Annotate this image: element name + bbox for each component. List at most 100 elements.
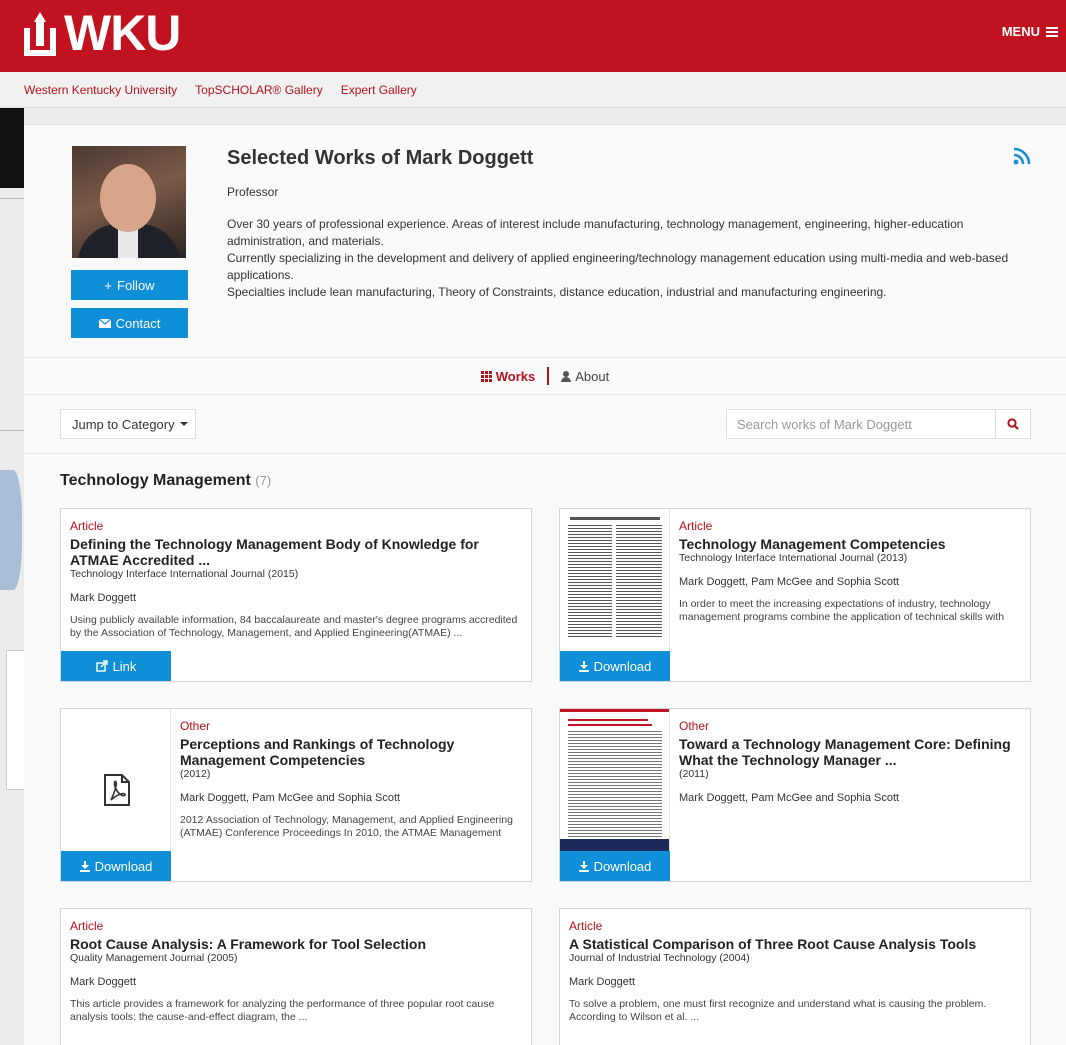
page-title: Selected Works of Mark Doggett <box>227 147 534 169</box>
download-label: Download <box>593 858 652 874</box>
download-icon <box>578 860 589 872</box>
work-authors: Mark Doggett <box>569 976 636 988</box>
work-abstract: To solve a problem, one must first recog… <box>569 998 987 1023</box>
caret-down-icon <box>179 422 188 426</box>
jump-to-category-dropdown[interactable]: Jump to Category <box>60 409 196 439</box>
tab-works-label: Works <box>495 368 536 384</box>
work-card: Article A Statistical Comparison of Thre… <box>559 908 1031 1045</box>
search-input[interactable] <box>726 409 996 439</box>
profile-bio: Over 30 years of professional experience… <box>227 216 1027 301</box>
work-type: Article <box>679 519 713 533</box>
work-authors: Mark Doggett <box>70 592 137 604</box>
work-source: (2011) <box>679 768 709 780</box>
search-icon <box>1007 418 1019 430</box>
work-abstract: Using publicly available information, 84… <box>70 614 518 639</box>
bio-line: Currently specializing in the developmen… <box>227 251 1009 282</box>
download-button[interactable]: Download <box>560 651 670 681</box>
profile-role: Professor <box>227 185 279 199</box>
work-type: Article <box>70 519 104 533</box>
tab-about-label: About <box>575 368 610 384</box>
work-title[interactable]: Perceptions and Rankings of Technology M… <box>180 736 525 768</box>
link-button[interactable]: Link <box>61 651 171 681</box>
tab-about[interactable]: About <box>561 369 609 384</box>
background-card <box>6 650 24 790</box>
work-type: Other <box>180 719 211 733</box>
download-icon <box>79 860 90 872</box>
category-name: Technology Management <box>60 472 251 489</box>
bio-line: Over 30 years of professional experience… <box>227 217 964 248</box>
search-button[interactable] <box>995 409 1031 439</box>
section-divider <box>24 453 1066 454</box>
work-authors: Mark Doggett, Pam McGee and Sophia Scott <box>679 792 900 804</box>
contact-label: Contact <box>115 315 161 331</box>
menu-button[interactable]: MENU <box>1002 24 1058 39</box>
tab-separator <box>547 367 550 385</box>
download-button[interactable]: Download <box>560 851 670 881</box>
work-title[interactable]: Root Cause Analysis: A Framework for Too… <box>70 936 525 952</box>
work-title[interactable]: Defining the Technology Management Body … <box>70 536 525 568</box>
contact-button[interactable]: Contact <box>71 308 188 338</box>
work-card: Other Toward a Technology Management Cor… <box>559 708 1031 882</box>
breadcrumb-expert-gallery[interactable]: Expert Gallery <box>341 83 417 97</box>
work-title[interactable]: A Statistical Comparison of Three Root C… <box>569 936 1024 952</box>
work-source: Technology Interface International Journ… <box>70 568 299 580</box>
profile-tabs: Works About <box>24 357 1066 395</box>
document-thumbnail[interactable] <box>560 509 670 652</box>
user-icon <box>561 370 572 382</box>
work-type: Article <box>70 919 104 933</box>
bio-line: Specialties include lean manufacturing, … <box>227 285 887 299</box>
avatar <box>72 146 186 258</box>
tab-works[interactable]: Works <box>480 368 536 384</box>
document-thumbnail[interactable] <box>560 709 670 852</box>
category-heading: Technology Management (7) <box>60 472 271 490</box>
work-abstract: In order to meet the increasing expectat… <box>679 598 1005 623</box>
work-authors: Mark Doggett, Pam McGee and Sophia Scott <box>679 576 900 588</box>
download-button[interactable]: Download <box>61 851 171 881</box>
pdf-icon <box>104 774 130 806</box>
work-source: (2012) <box>180 768 211 780</box>
breadcrumb: Western Kentucky University TopSCHOLAR® … <box>0 72 1066 108</box>
work-authors: Mark Doggett, Pam McGee and Sophia Scott <box>180 792 401 804</box>
plus-icon: + <box>104 277 112 293</box>
work-source: Quality Management Journal (2005) <box>70 952 238 964</box>
pdf-thumbnail[interactable] <box>61 709 171 852</box>
jump-label: Jump to Category <box>72 416 175 432</box>
work-card: Article Technology Management Competenci… <box>559 508 1031 682</box>
breadcrumb-wku[interactable]: Western Kentucky University <box>24 83 177 97</box>
logo-wordmark: WKU <box>64 5 181 61</box>
background-window <box>0 108 24 188</box>
background-map-fragment <box>0 470 22 590</box>
work-abstract: 2012 Association of Technology, Manageme… <box>180 814 513 839</box>
follow-label: Follow <box>117 277 155 293</box>
follow-button[interactable]: + Follow <box>71 270 188 300</box>
work-card: Other Perceptions and Rankings of Techno… <box>60 708 532 882</box>
external-link-icon <box>95 660 108 672</box>
menu-label: MENU <box>1001 24 1040 39</box>
hamburger-icon <box>1046 26 1058 37</box>
site-header: WKU MENU <box>0 0 1066 72</box>
work-title[interactable]: Technology Management Competencies <box>679 536 1024 552</box>
wku-logo[interactable]: WKU <box>20 5 181 61</box>
category-count: (7) <box>255 473 272 488</box>
envelope-icon <box>98 318 111 328</box>
background-divider <box>0 430 24 431</box>
work-authors: Mark Doggett <box>70 976 137 988</box>
work-source: Technology Interface International Journ… <box>679 552 908 564</box>
work-card: Article Root Cause Analysis: A Framework… <box>60 908 532 1045</box>
background-divider <box>0 198 24 199</box>
work-type: Article <box>569 919 603 933</box>
rss-icon[interactable] <box>1013 147 1031 165</box>
download-label: Download <box>593 658 652 674</box>
cupola-logo-icon <box>24 12 56 56</box>
download-icon <box>578 660 589 672</box>
work-source: Journal of Industrial Technology (2004) <box>569 952 750 964</box>
download-label: Download <box>94 858 153 874</box>
work-card: Article Defining the Technology Manageme… <box>60 508 532 682</box>
profile-panel: + Follow Contact Selected Works of Mark … <box>24 124 1066 1045</box>
grid-icon <box>480 370 492 382</box>
link-label: Link <box>112 658 137 674</box>
work-type: Other <box>679 719 710 733</box>
work-abstract: This article provides a framework for an… <box>70 998 495 1023</box>
breadcrumb-topscholar[interactable]: TopSCHOLAR® Gallery <box>195 83 323 97</box>
work-title[interactable]: Toward a Technology Management Core: Def… <box>679 736 1024 768</box>
